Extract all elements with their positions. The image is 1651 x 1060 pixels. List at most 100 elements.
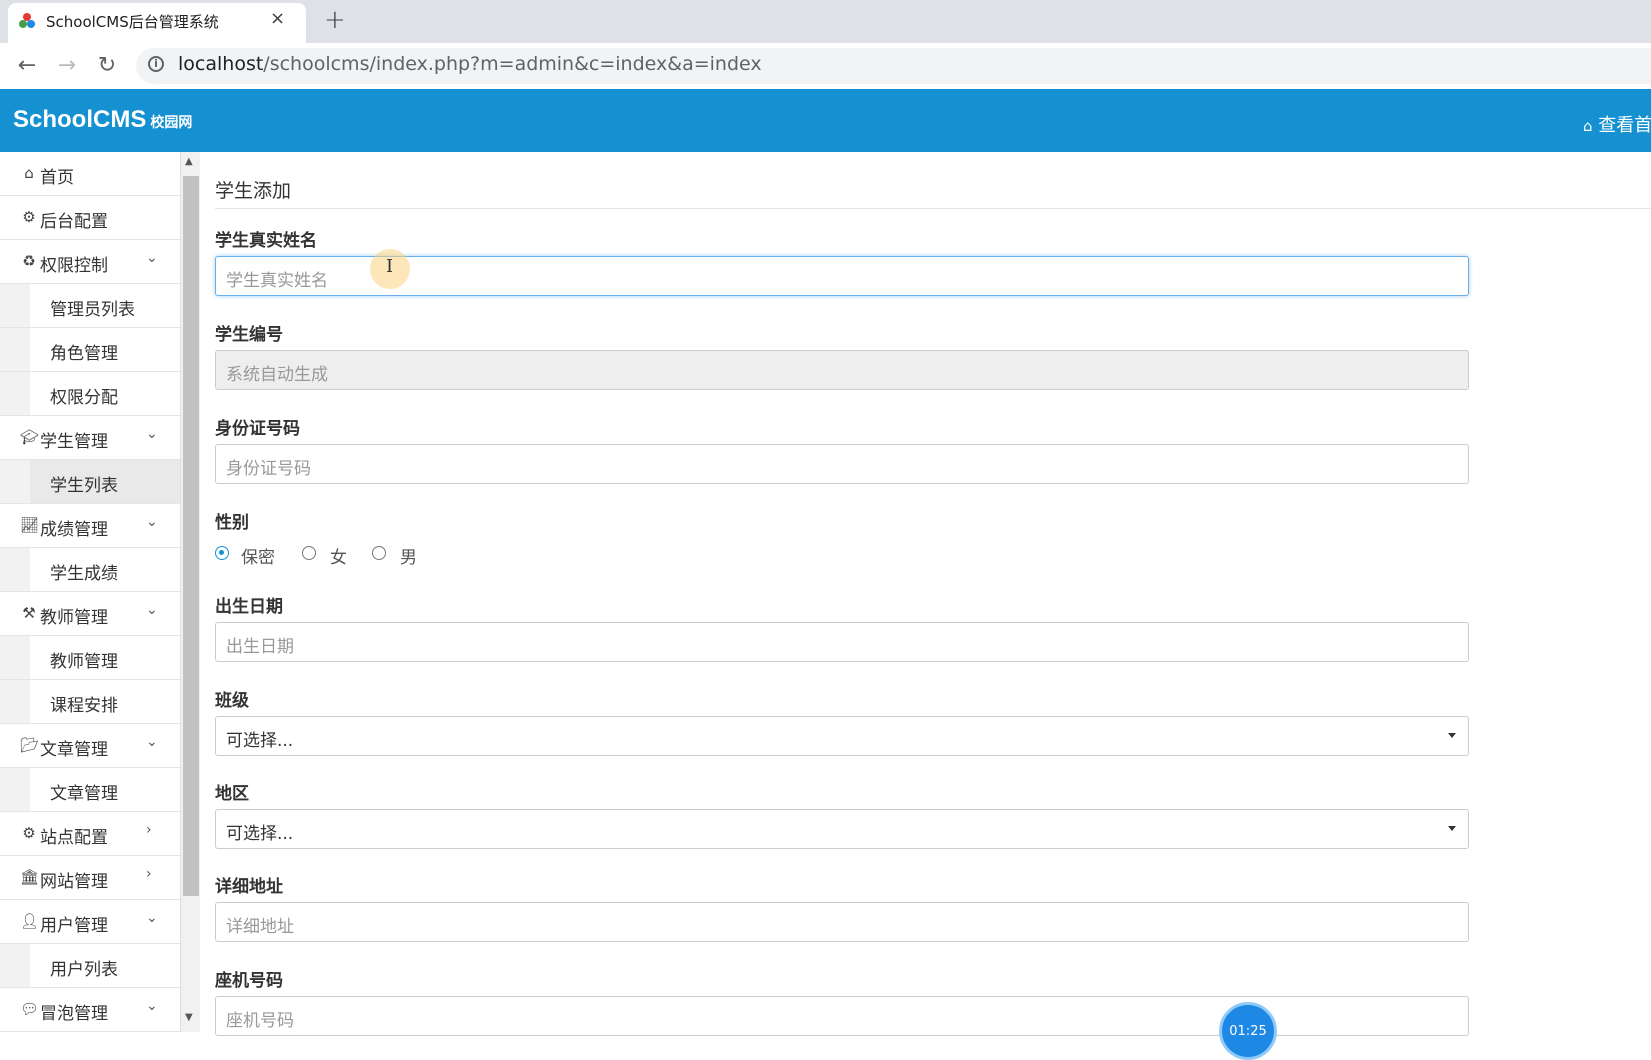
sidebar-item-teachers[interactable]: ⚒ 教师管理 ⌄ [0,592,180,636]
chevron-right-icon: › [146,866,152,882]
sidebar-scrollbar-thumb[interactable] [183,176,199,896]
sidebar-item-label: 用户列表 [50,960,118,980]
birth-date-placeholder: 出生日期 [226,637,294,657]
region-label: 地区 [215,784,249,804]
line-chart-icon: 📈︎ [20,516,40,534]
sidebar-item-label: 学生列表 [50,476,118,496]
student-number-placeholder: 系统自动生成 [226,365,328,385]
sidebar: ⌂ 首页 ⚙ 后台配置 ♻ 权限控制 ⌄ 管理员列表 角色管理 权限分配 🎓︎ … [0,152,181,1032]
text-cursor-icon: I [386,256,394,277]
sidebar-item-label: 文章管理 [40,740,108,760]
sidebar-item-roles[interactable]: 角色管理 [0,328,180,372]
sidebar-item-label: 权限分配 [50,388,118,408]
chevron-down-icon: ⌄ [146,602,158,618]
sidebar-item-label: 成绩管理 [40,520,108,540]
url-path: /schoolcms/index.php?m=admin&c=index&a=i… [263,53,762,75]
back-arrow-icon[interactable]: ← [12,52,42,82]
app-logo[interactable]: SchoolCMS 校园网 [13,106,192,134]
sidebar-item-label: 权限控制 [40,256,108,276]
chevron-down-icon: ⌄ [146,734,158,750]
gender-radio-male[interactable] [372,546,386,560]
sidebar-item-articles[interactable]: 📂︎ 文章管理 ⌄ [0,724,180,768]
gavel-icon: ⚒ [22,604,36,622]
url-host: localhost [178,53,264,75]
sidebar-item-label: 首页 [40,168,74,188]
home-icon: ⌂ [24,164,34,182]
logo-text: SchoolCMS [13,106,147,133]
student-name-placeholder: 学生真实姓名 [226,271,328,291]
title-divider [215,208,1651,209]
id-number-input[interactable]: 身份证号码 [215,444,1469,484]
graduation-cap-icon: 🎓︎ [20,428,40,446]
gender-option-male[interactable]: 男 [400,543,417,568]
sidebar-item-label: 学生成绩 [50,564,118,584]
class-label: 班级 [215,691,249,711]
sidebar-item-teacher-manage[interactable]: 教师管理 [0,636,180,680]
sidebar-item-article-manage[interactable]: 文章管理 [0,768,180,812]
scroll-down-icon[interactable]: ▼ [185,1012,193,1023]
app-header [0,89,1651,152]
sidebar-item-site-config[interactable]: ⚙ 站点配置 › [0,812,180,856]
chevron-down-icon: ⌄ [146,998,158,1014]
gender-radio-secret[interactable] [215,546,229,560]
sidebar-item-permission-assign[interactable]: 权限分配 [0,372,180,416]
sidebar-item-student-list[interactable]: 学生列表 [0,460,180,504]
sidebar-item-label: 管理员列表 [50,300,135,320]
sidebar-item-label: 教师管理 [50,652,118,672]
site-info-icon[interactable]: i [148,56,164,72]
chevron-down-icon: ⌄ [146,514,158,530]
birth-date-label: 出生日期 [215,597,283,617]
chevron-down-icon: ⌄ [146,910,158,926]
sidebar-item-bubbles[interactable]: 💬︎ 冒泡管理 ⌄ [0,988,180,1032]
sidebar-item-admin-list[interactable]: 管理员列表 [0,284,180,328]
sidebar-item-label: 课程安排 [50,696,118,716]
sidebar-item-home[interactable]: ⌂ 首页 [0,152,180,196]
sidebar-item-students[interactable]: 🎓︎ 学生管理 ⌄ [0,416,180,460]
caret-down-icon [1448,733,1456,738]
close-tab-icon[interactable]: × [270,8,285,29]
student-number-input: 系统自动生成 [215,350,1469,390]
sidebar-item-label: 文章管理 [50,784,118,804]
sidebar-item-course-schedule[interactable]: 课程安排 [0,680,180,724]
gear-icon: ⚙ [22,208,36,226]
region-select-value: 可选择... [226,824,294,844]
forward-arrow-icon[interactable]: → [52,52,82,82]
home-icon: ⌂ [1583,117,1593,135]
sidebar-item-user-list[interactable]: 用户列表 [0,944,180,988]
user-icon: 👤︎ [20,912,40,930]
sidebar-item-admin-config[interactable]: ⚙ 后台配置 [0,196,180,240]
sidebar-item-label: 用户管理 [40,916,108,936]
tab-title: SchoolCMS后台管理系统 [46,13,219,31]
sidebar-item-label: 学生管理 [40,432,108,452]
url-text[interactable]: localhost/schoolcms/index.php?m=admin&c=… [178,53,762,75]
address-input[interactable]: 详细地址 [215,902,1469,942]
logo-subtext: 校园网 [150,114,193,130]
sidebar-item-permission[interactable]: ♻ 权限控制 ⌄ [0,240,180,284]
sidebar-item-users[interactable]: 👤︎ 用户管理 ⌄ [0,900,180,944]
view-homepage-label: 查看首 [1598,115,1651,136]
gender-option-female[interactable]: 女 [330,543,347,568]
sidebar-item-grades[interactable]: 📈︎ 成绩管理 ⌄ [0,504,180,548]
chat-icon: 💬︎ [20,1000,40,1018]
birth-date-input[interactable]: 出生日期 [215,622,1469,662]
caret-down-icon [1448,826,1456,831]
sidebar-item-website[interactable]: 🏛︎ 网站管理 › [0,856,180,900]
view-homepage-link[interactable]: ⌂ 查看首 [1583,111,1651,137]
reload-icon[interactable]: ↻ [92,52,122,82]
id-number-label: 身份证号码 [215,419,300,439]
class-select[interactable]: 可选择... [215,716,1469,756]
address-placeholder: 详细地址 [226,917,294,937]
region-select[interactable]: 可选择... [215,809,1469,849]
gender-option-secret[interactable]: 保密 [241,543,275,568]
gender-radio-female[interactable] [302,546,316,560]
folder-open-icon: 📂︎ [20,736,40,754]
chevron-right-icon: › [146,822,152,838]
chevron-down-icon: ⌄ [146,426,158,442]
sidebar-item-label: 站点配置 [40,828,108,848]
sidebar-item-student-grades[interactable]: 学生成绩 [0,548,180,592]
student-name-label: 学生真实姓名 [215,231,317,251]
landline-input[interactable]: 座机号码 [215,996,1469,1036]
student-number-label: 学生编号 [215,325,283,345]
new-tab-button[interactable]: + [324,5,346,35]
scroll-up-icon[interactable]: ▲ [185,156,193,167]
